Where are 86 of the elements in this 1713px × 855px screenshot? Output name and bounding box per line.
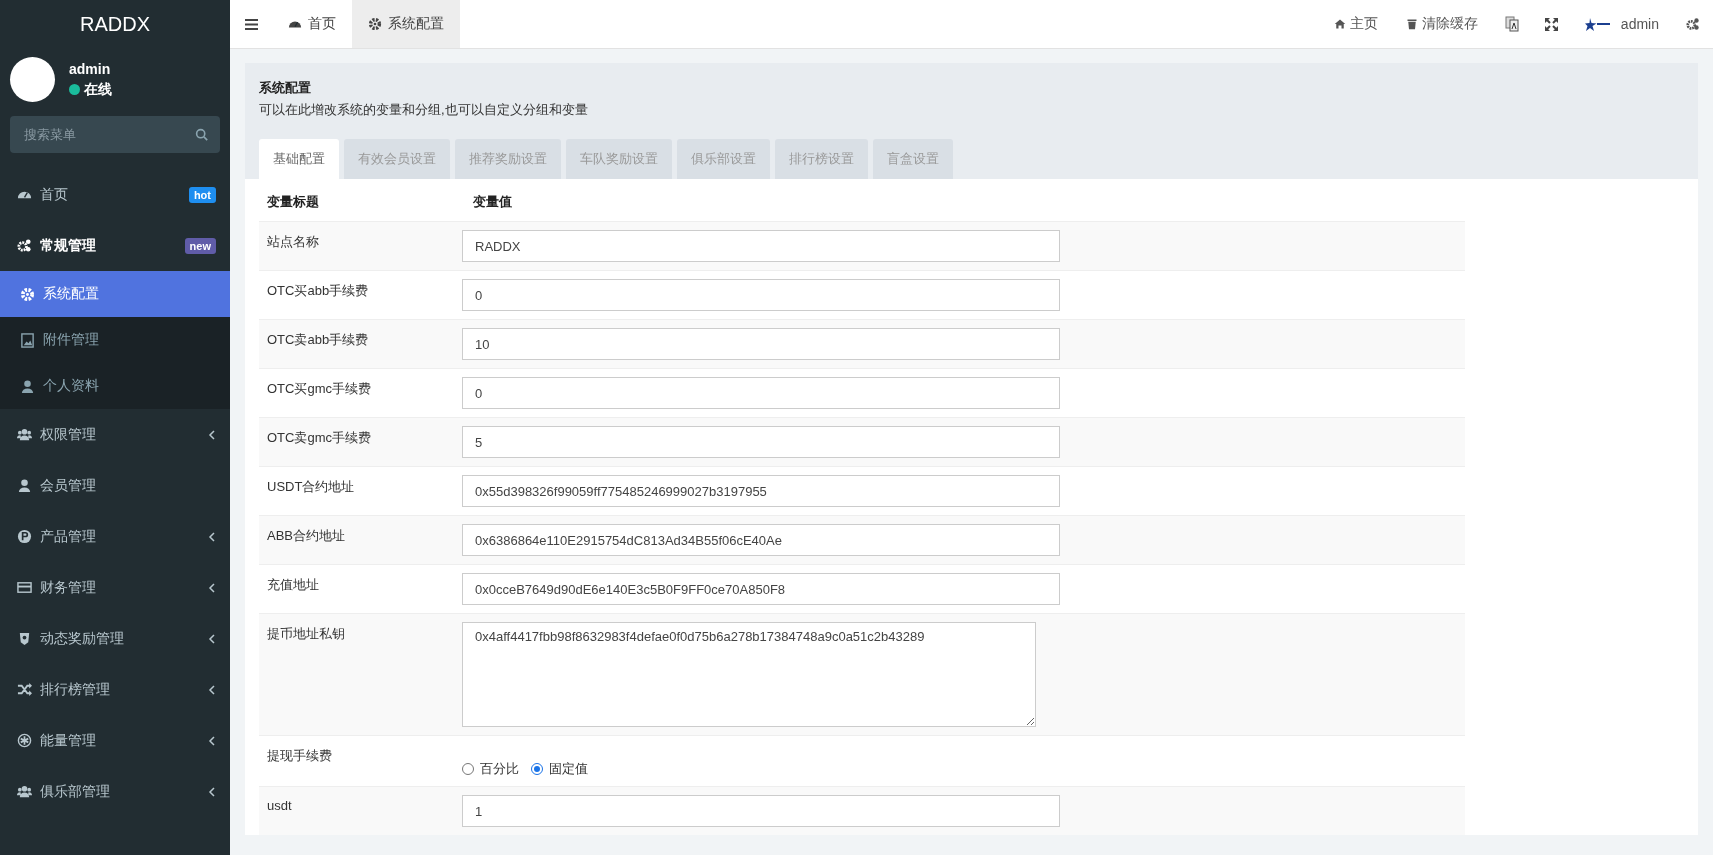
nav-link[interactable]: 主页 [1319,0,1392,48]
value-field[interactable]: 10 [462,328,1060,360]
gears-icon [17,238,32,253]
column-header: 变量标题 [267,193,320,211]
value-field[interactable]: RADDX [462,230,1060,262]
sidebar-subitem[interactable]: 系统配置 [0,271,230,317]
caret-icon [208,786,216,797]
sidebar-subitem[interactable]: 个人资料 [0,363,230,409]
user-name: admin [69,60,112,77]
menu-badge: new [184,237,216,254]
variable-label: 充值地址 [267,576,320,594]
shuffle-icon [17,682,32,697]
value-field[interactable]: 0 [462,377,1060,409]
radio-option[interactable]: 固定值 [531,760,588,778]
radio-label: 固定值 [549,760,588,778]
panel-title: 系统配置 [259,79,312,97]
user-icon [20,378,35,394]
star-logo-icon [1584,17,1611,31]
gear-icon [20,286,35,302]
value-textarea[interactable]: 0x4aff4417fbb98f8632983f4defae0f0d75b6a278b17384748a9c0a51c2b43289 [462,622,1036,727]
menu-badge: hot [188,186,216,203]
p-circle-icon [17,529,32,544]
sidebar-subitem[interactable]: 附件管理 [0,317,230,363]
radio-option[interactable]: 百分比 [462,760,519,778]
variable-label: 站点名称 [267,233,320,251]
config-tab[interactable]: 基础配置 [259,139,339,179]
radio-button[interactable] [462,763,474,775]
user-menu[interactable]: admin [1570,0,1673,48]
nav-link[interactable]: 清除缓存 [1391,0,1492,48]
status-dot-icon [69,84,80,95]
sidebar-item[interactable]: 动态奖励管理 [0,613,230,664]
users-icon [17,427,32,442]
sidebar-item[interactable]: 权限管理 [0,409,230,460]
caret-icon [208,633,216,644]
radio-button[interactable] [531,763,543,775]
page-tab[interactable]: 首页 [272,0,352,48]
search-icon [195,128,208,141]
brand-logo: RADDX [79,12,151,37]
variable-label: OTC买abb手续费 [267,282,370,300]
value-field[interactable]: 1 [462,795,1060,827]
variable-label: OTC卖gmc手续费 [267,429,372,447]
variable-label: OTC卖abb手续费 [267,331,370,349]
sidebar-item[interactable]: 能量管理 [0,715,230,766]
trash-icon [1405,18,1418,30]
caret-icon [208,429,216,440]
shield-icon [17,631,32,646]
sidebar-item[interactable]: 俱乐部管理 [0,766,230,817]
caret-icon [208,531,216,542]
menu-icon [244,18,258,30]
star-circle-icon [17,733,32,748]
sidebar-item[interactable]: 首页 hot [0,169,230,220]
image-icon [20,332,35,348]
page-tab[interactable]: 系统配置 [352,0,460,48]
variable-label: 提币地址私钥 [267,625,346,643]
avatar [10,57,55,102]
value-field[interactable]: 0x55d398326f99059ff775485246999027b3197955 [462,475,1060,507]
sidebar-item[interactable]: 会员管理 [0,460,230,511]
caret-icon [208,684,216,695]
value-field[interactable]: 0x0cceB7649d90dE6e140E3c5B0F9FF0ce70A850F8 [462,573,1060,605]
value-field[interactable]: 0 [462,279,1060,311]
radio-label: 百分比 [480,760,519,778]
value-field[interactable]: 0x6386864e110E2915754dC813Ad34B55f06cE40Ae [462,524,1060,556]
sidebar-item[interactable]: 排行榜管理 [0,664,230,715]
panel-description: 可以在此增改系统的变量和分组,也可以自定义分组和变量 [259,101,589,119]
sidebar-item[interactable]: 财务管理 [0,562,230,613]
variable-label: OTC买gmc手续费 [267,380,372,398]
card-icon [17,580,32,595]
variable-label: usdt [267,797,293,815]
column-header: 变量值 [473,193,512,211]
translate-icon[interactable] [1504,16,1519,32]
user-status: 在线 [84,80,112,99]
gears-icon[interactable] [1686,17,1700,31]
variable-label: USDT合约地址 [267,478,356,496]
sidebar-item[interactable]: 常规管理 new [0,220,230,271]
value-field[interactable]: 5 [462,426,1060,458]
variable-label: 提现手续费 [267,747,333,765]
gear-icon [368,17,382,31]
fullscreen-icon[interactable] [1544,17,1558,31]
user-icon [17,478,32,493]
variable-label: ABB合约地址 [267,527,346,545]
home-icon [1333,18,1346,30]
sidebar-item[interactable]: 产品管理 [0,511,230,562]
search-field[interactable]: 搜索菜单 [10,116,220,153]
users-icon [17,784,32,799]
caret-icon [208,582,216,593]
caret-icon [208,735,216,746]
